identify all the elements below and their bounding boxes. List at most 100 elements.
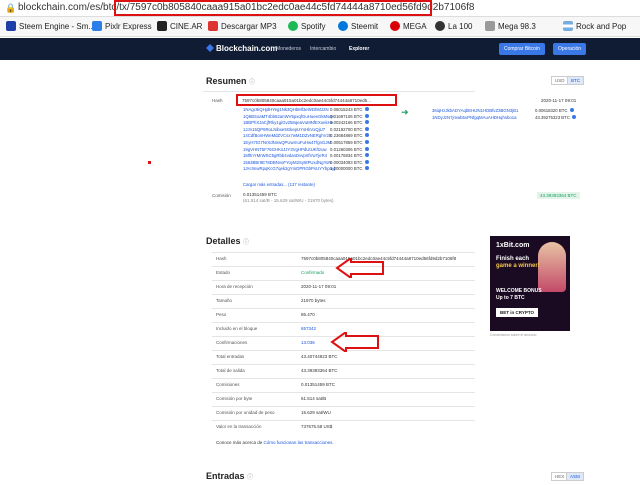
input-address[interactable]: 1Q6BSoaMT4bb62anWV5pxqfGuHueeGkMsqA: [243, 114, 334, 119]
fee-label: Comisión: [212, 193, 231, 198]
details-row-value: 2020-11-17 09:01: [301, 284, 337, 289]
load-more-inputs[interactable]: Cargar más entradas... (137 restante): [243, 182, 315, 187]
details-row-value[interactable]: 657342: [301, 326, 316, 331]
input-address[interactable]: 1EyH7tG7NrXdNnwQPUwrnuFuHw4TfgnGJM: [243, 140, 331, 145]
bookmark-pixlr[interactable]: Pixlr Express: [92, 21, 152, 31]
input-amount: 1.00000000 BTC: [330, 166, 369, 171]
blockchain-logo-icon: [206, 44, 214, 52]
bookmark-steemit[interactable]: Steemit: [338, 21, 378, 31]
nav-explorer[interactable]: Explorer: [349, 46, 369, 52]
operation-button[interactable]: Operación: [553, 43, 587, 55]
details-row-label: Hash: [216, 256, 227, 261]
bookmark-la-100[interactable]: La 100: [435, 21, 472, 31]
info-icon[interactable]: ⓘ: [249, 80, 255, 86]
argentina-flag-icon: [563, 21, 573, 31]
entries-title: Entradas ⓘ: [206, 471, 254, 481]
info-icon[interactable]: ⓘ: [243, 240, 249, 246]
ad-cta-button[interactable]: BET in CRYPTO: [496, 308, 539, 317]
learn-more-link[interactable]: Cómo funcionan las transacciones.: [264, 440, 334, 445]
toggle-btc[interactable]: BTC: [567, 76, 584, 85]
details-row-divider: [212, 294, 475, 295]
nav-monederos[interactable]: Monederos: [276, 46, 301, 52]
info-icon[interactable]: ⓘ: [247, 475, 253, 481]
input-address[interactable]: 1NAgc9iQHjdHYeg1Nk3QHbMf3eWDhMJ2N: [243, 107, 329, 112]
buy-bitcoin-button[interactable]: Comprar Bitcoin: [499, 43, 545, 55]
bookmark-spotify[interactable]: Spotify: [288, 21, 325, 31]
details-title: Detalles ⓘ: [206, 236, 250, 246]
details-row-divider: [212, 406, 475, 407]
lock-icon[interactable]: 🔒: [5, 3, 16, 13]
status-dot-icon: [364, 140, 369, 144]
input-amount: 0.01260306 BTC: [330, 146, 369, 152]
input-amount: 0.02192700 BTC: [330, 126, 369, 132]
blockchain-logo[interactable]: Blockchain.com: [206, 44, 277, 53]
details-row-divider: [212, 378, 475, 379]
input-amount: 0.00242166 BTC: [330, 120, 369, 125]
hash-label: Hash: [212, 98, 223, 103]
spotify-icon: [288, 21, 298, 31]
details-row-value: 15.629 sat/WU: [301, 410, 331, 415]
details-row-value: 0.01351459 BTC: [301, 382, 336, 387]
details-row-label: Estado: [216, 270, 231, 275]
url-highlight-box: [114, 0, 432, 16]
ad-note[interactable]: Comentarios sobre el anuncio: [490, 333, 537, 337]
output-address-1[interactable]: 36iqHzJkbADYAqbEHtJN1HDBfvZ3BGN3jB1: [432, 108, 518, 113]
status-dot-icon: [364, 133, 369, 138]
details-row-divider: [212, 308, 475, 309]
nav-intercambio[interactable]: Intercambio: [310, 46, 336, 52]
input-amount: 0.00517859 BTC: [330, 140, 369, 145]
input-address[interactable]: 19gVHNT5F76GHKsJJY3VgHPdUtUKftzuw: [243, 147, 327, 152]
details-row-label: Total entradas: [216, 354, 245, 359]
bookmark-cinear[interactable]: CINE.AR: [157, 21, 202, 31]
input-address[interactable]: 1MftnYMrWSC5gRbb4vdanDvvprtfVwTjeR4: [243, 153, 327, 158]
status-dot-icon: [364, 113, 369, 118]
bookmark-mega[interactable]: MEGA: [390, 21, 427, 31]
la100-icon: [435, 21, 445, 31]
learn-more: Conoce más acerca de Cómo funcionan las …: [216, 440, 334, 445]
summary-date: 2020-11-17 09:01: [541, 98, 577, 103]
details-row-label: Comisión por unidad de peso: [216, 410, 275, 415]
pixlr-icon: [92, 21, 102, 31]
toggle-asm[interactable]: ASM: [566, 472, 584, 481]
toggle-usd[interactable]: USD: [551, 76, 569, 85]
details-row-label: Incluido en el bloque: [216, 326, 258, 331]
details-row-value: 43.39393364 BTC: [301, 368, 338, 373]
input-address[interactable]: 14CdfBonHWeMdZVCsx7wM1DZvNERghV2E: [243, 133, 332, 138]
input-address[interactable]: 1BBPhXJaCjfRky1giGv258qeaVuMNfEXoekHe: [243, 120, 333, 125]
status-dot-icon: [364, 159, 369, 164]
steem-engine-icon: [6, 21, 16, 31]
status-dot-icon: [364, 166, 369, 171]
input-amount: 0.06015243 BTC: [330, 107, 369, 112]
status-dot-icon: [364, 126, 369, 131]
status-dot-icon: [364, 153, 369, 158]
input-address[interactable]: 1563BBr9E78DBNvoFYoyM2Sy5tPUxdNgYoN: [243, 160, 332, 165]
arrow-right-icon: ➜: [401, 107, 409, 117]
total-badge: 43.39393364 BTC: [537, 192, 580, 199]
details-row-value: 61.514 sat/B: [301, 396, 327, 401]
fee-value: 0.01351459 BTC: [243, 192, 278, 197]
input-address[interactable]: 1JHJmwRpqKcG7qek2gYmDPRGbPsUYYbpnyj: [243, 166, 335, 171]
fee-detail: (61.514 sat/B - 15.629 sat/WU - 21970 by…: [243, 198, 334, 203]
output-address-2[interactable]: 1NDyJzN7jmwb5xPNfgqMAuAHDHqhsbo1a: [432, 115, 517, 120]
bookmark-mega-983[interactable]: Mega 98.3: [485, 21, 536, 31]
details-row-value: 86.470: [301, 312, 315, 317]
details-row-value: 43.40744823 BTC: [301, 354, 338, 359]
details-row-divider: [212, 364, 475, 365]
bookmark-rock-and-pop[interactable]: Rock and Pop: [563, 21, 626, 31]
input-amount: 0.00176834 BTC: [330, 153, 369, 158]
input-address[interactable]: 1JJn15QP6RoLNibxe5GkepUYsHkVxQjU7: [243, 127, 325, 132]
advertisement[interactable]: 1xBit.com Finish each game a winner! WEL…: [490, 236, 570, 331]
ad-line1: Finish each: [496, 256, 530, 262]
details-row-value[interactable]: 13.036: [301, 340, 315, 345]
details-row-label: Confirmaciones: [216, 340, 248, 345]
status-dot-icon: [569, 108, 574, 112]
bookmark-steem-engine[interactable]: Steem Engine - Sm...: [6, 21, 95, 31]
red-arrow-annotation-2: [330, 332, 379, 352]
status-dot-icon: [364, 107, 369, 111]
ad-line4: Up to 7 BTC: [496, 295, 525, 301]
details-row-label: Comisión por byte: [216, 396, 253, 401]
divider: [203, 91, 475, 92]
site-navbar: Blockchain.com Monederos Intercambio Exp…: [0, 38, 640, 60]
red-dot-mark: [148, 161, 151, 164]
bookmark-descargar-mp3[interactable]: Descargar MP3: [208, 21, 277, 31]
